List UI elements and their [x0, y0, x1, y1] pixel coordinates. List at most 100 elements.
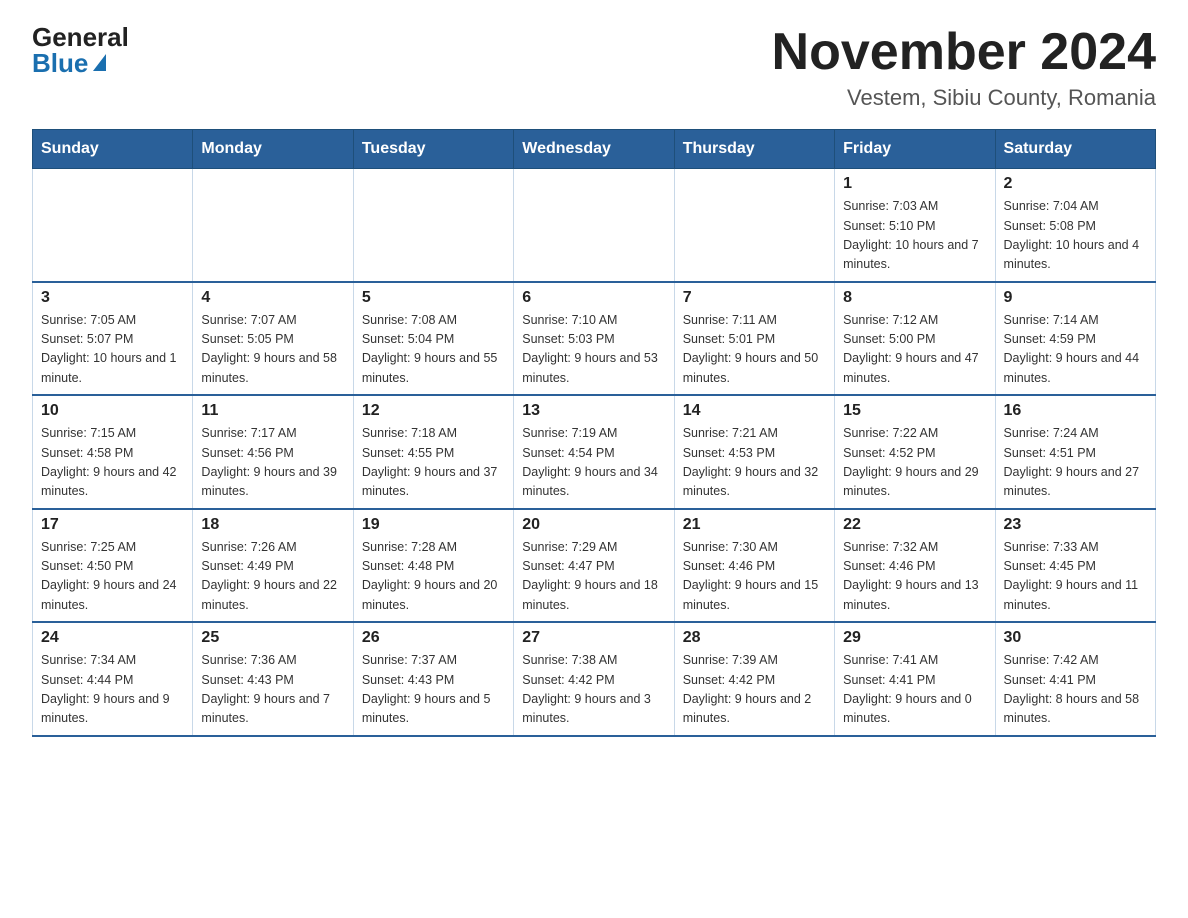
day-number: 23	[1004, 516, 1147, 534]
day-info: Sunrise: 7:29 AMSunset: 4:47 PMDaylight:…	[522, 538, 665, 616]
day-info: Sunrise: 7:15 AMSunset: 4:58 PMDaylight:…	[41, 424, 184, 502]
calendar-cell: 26Sunrise: 7:37 AMSunset: 4:43 PMDayligh…	[353, 622, 513, 736]
day-number: 10	[41, 402, 184, 420]
calendar-cell: 14 Sunrise: 7:21 AMSunset: 4:53 PMDayligh…	[674, 395, 834, 509]
day-info: Sunrise: 7:17 AMSunset: 4:56 PMDaylight:…	[201, 424, 344, 502]
day-info: Sunrise: 7:30 AMSunset: 4:46 PMDaylight:…	[683, 538, 826, 616]
calendar-cell: 28 Sunrise: 7:39 AMSunset: 4:42 PMDayligh…	[674, 622, 834, 736]
calendar-cell: 16Sunrise: 7:24 AMSunset: 4:51 PMDayligh…	[995, 395, 1155, 509]
day-info: Sunrise: 7:32 AMSunset: 4:46 PMDaylight:…	[843, 538, 986, 616]
calendar-cell: 12 Sunrise: 7:18 AMSunset: 4:55 PMDayligh…	[353, 395, 513, 509]
title-block: November 2024 Vestem, Sibiu County, Roma…	[772, 24, 1156, 111]
day-info: Sunrise: 7:28 AMSunset: 4:48 PMDaylight:…	[362, 538, 505, 616]
calendar-cell: 7 Sunrise: 7:11 AMSunset: 5:01 PMDaylight…	[674, 282, 834, 396]
logo-arrow-icon	[93, 54, 106, 71]
weekday-header-friday: Friday	[835, 130, 995, 169]
calendar-cell	[353, 169, 513, 282]
day-number: 1	[843, 175, 986, 193]
calendar-cell: 1 Sunrise: 7:03 AMSunset: 5:10 PMDaylight…	[835, 169, 995, 282]
day-info: Sunrise: 7:08 AMSunset: 5:04 PMDaylight:…	[362, 311, 505, 389]
calendar-cell: 19 Sunrise: 7:28 AMSunset: 4:48 PMDayligh…	[353, 509, 513, 623]
calendar-week-5: 24 Sunrise: 7:34 AMSunset: 4:44 PMDayligh…	[33, 622, 1156, 736]
day-number: 18	[201, 516, 344, 534]
day-info: Sunrise: 7:18 AMSunset: 4:55 PMDaylight:…	[362, 424, 505, 502]
day-info: Sunrise: 7:22 AMSunset: 4:52 PMDaylight:…	[843, 424, 986, 502]
calendar-week-3: 10 Sunrise: 7:15 AMSunset: 4:58 PMDayligh…	[33, 395, 1156, 509]
calendar-week-4: 17Sunrise: 7:25 AMSunset: 4:50 PMDayligh…	[33, 509, 1156, 623]
calendar-cell: 27 Sunrise: 7:38 AMSunset: 4:42 PMDayligh…	[514, 622, 674, 736]
calendar-cell: 22 Sunrise: 7:32 AMSunset: 4:46 PMDayligh…	[835, 509, 995, 623]
calendar-table: SundayMondayTuesdayWednesdayThursdayFrid…	[32, 129, 1156, 737]
day-number: 15	[843, 402, 986, 420]
day-number: 13	[522, 402, 665, 420]
day-number: 28	[683, 629, 826, 647]
day-info: Sunrise: 7:21 AMSunset: 4:53 PMDaylight:…	[683, 424, 826, 502]
calendar-cell	[674, 169, 834, 282]
day-info: Sunrise: 7:41 AMSunset: 4:41 PMDaylight:…	[843, 651, 986, 729]
logo-blue-text: Blue	[32, 50, 88, 76]
day-info: Sunrise: 7:36 AMSunset: 4:43 PMDaylight:…	[201, 651, 344, 729]
calendar-cell: 15 Sunrise: 7:22 AMSunset: 4:52 PMDayligh…	[835, 395, 995, 509]
day-number: 19	[362, 516, 505, 534]
day-number: 21	[683, 516, 826, 534]
day-info: Sunrise: 7:34 AMSunset: 4:44 PMDaylight:…	[41, 651, 184, 729]
day-info: Sunrise: 7:10 AMSunset: 5:03 PMDaylight:…	[522, 311, 665, 389]
calendar-cell: 8Sunrise: 7:12 AMSunset: 5:00 PMDaylight…	[835, 282, 995, 396]
logo: General Blue	[32, 24, 129, 76]
calendar-cell: 21 Sunrise: 7:30 AMSunset: 4:46 PMDayligh…	[674, 509, 834, 623]
calendar-cell: 17Sunrise: 7:25 AMSunset: 4:50 PMDayligh…	[33, 509, 193, 623]
calendar-week-1: 1 Sunrise: 7:03 AMSunset: 5:10 PMDaylight…	[33, 169, 1156, 282]
day-info: Sunrise: 7:39 AMSunset: 4:42 PMDaylight:…	[683, 651, 826, 729]
calendar-cell: 4 Sunrise: 7:07 AMSunset: 5:05 PMDaylight…	[193, 282, 353, 396]
day-info: Sunrise: 7:24 AMSunset: 4:51 PMDaylight:…	[1004, 424, 1147, 502]
calendar-cell: 13 Sunrise: 7:19 AMSunset: 4:54 PMDayligh…	[514, 395, 674, 509]
calendar-cell: 20 Sunrise: 7:29 AMSunset: 4:47 PMDayligh…	[514, 509, 674, 623]
day-info: Sunrise: 7:26 AMSunset: 4:49 PMDaylight:…	[201, 538, 344, 616]
day-number: 29	[843, 629, 986, 647]
day-info: Sunrise: 7:42 AMSunset: 4:41 PMDaylight:…	[1004, 651, 1147, 729]
calendar-cell	[33, 169, 193, 282]
calendar-cell: 18 Sunrise: 7:26 AMSunset: 4:49 PMDayligh…	[193, 509, 353, 623]
day-number: 9	[1004, 289, 1147, 307]
day-number: 24	[41, 629, 184, 647]
calendar-cell: 2Sunrise: 7:04 AMSunset: 5:08 PMDaylight…	[995, 169, 1155, 282]
calendar-cell: 23Sunrise: 7:33 AMSunset: 4:45 PMDayligh…	[995, 509, 1155, 623]
calendar-cell: 3 Sunrise: 7:05 AMSunset: 5:07 PMDaylight…	[33, 282, 193, 396]
day-number: 7	[683, 289, 826, 307]
day-number: 22	[843, 516, 986, 534]
day-number: 3	[41, 289, 184, 307]
calendar-cell: 5 Sunrise: 7:08 AMSunset: 5:04 PMDaylight…	[353, 282, 513, 396]
day-number: 26	[362, 629, 505, 647]
day-info: Sunrise: 7:38 AMSunset: 4:42 PMDaylight:…	[522, 651, 665, 729]
calendar-title: November 2024	[772, 24, 1156, 81]
day-number: 20	[522, 516, 665, 534]
calendar-cell: 25Sunrise: 7:36 AMSunset: 4:43 PMDayligh…	[193, 622, 353, 736]
day-number: 4	[201, 289, 344, 307]
calendar-cell: 30Sunrise: 7:42 AMSunset: 4:41 PMDayligh…	[995, 622, 1155, 736]
day-info: Sunrise: 7:11 AMSunset: 5:01 PMDaylight:…	[683, 311, 826, 389]
day-info: Sunrise: 7:07 AMSunset: 5:05 PMDaylight:…	[201, 311, 344, 389]
calendar-cell: 6 Sunrise: 7:10 AMSunset: 5:03 PMDaylight…	[514, 282, 674, 396]
day-number: 5	[362, 289, 505, 307]
page-header: General Blue November 2024 Vestem, Sibiu…	[32, 24, 1156, 111]
calendar-cell: 10 Sunrise: 7:15 AMSunset: 4:58 PMDayligh…	[33, 395, 193, 509]
weekday-header-thursday: Thursday	[674, 130, 834, 169]
day-number: 11	[201, 402, 344, 420]
weekday-header-wednesday: Wednesday	[514, 130, 674, 169]
day-info: Sunrise: 7:03 AMSunset: 5:10 PMDaylight:…	[843, 197, 986, 275]
day-info: Sunrise: 7:19 AMSunset: 4:54 PMDaylight:…	[522, 424, 665, 502]
weekday-header-monday: Monday	[193, 130, 353, 169]
day-number: 12	[362, 402, 505, 420]
day-info: Sunrise: 7:04 AMSunset: 5:08 PMDaylight:…	[1004, 197, 1147, 275]
weekday-header-saturday: Saturday	[995, 130, 1155, 169]
day-number: 17	[41, 516, 184, 534]
day-number: 27	[522, 629, 665, 647]
calendar-subtitle: Vestem, Sibiu County, Romania	[772, 85, 1156, 111]
day-number: 14	[683, 402, 826, 420]
calendar-cell: 11 Sunrise: 7:17 AMSunset: 4:56 PMDayligh…	[193, 395, 353, 509]
weekday-header-sunday: Sunday	[33, 130, 193, 169]
day-info: Sunrise: 7:05 AMSunset: 5:07 PMDaylight:…	[41, 311, 184, 389]
logo-general-text: General	[32, 24, 129, 50]
day-number: 6	[522, 289, 665, 307]
calendar-cell: 29 Sunrise: 7:41 AMSunset: 4:41 PMDayligh…	[835, 622, 995, 736]
